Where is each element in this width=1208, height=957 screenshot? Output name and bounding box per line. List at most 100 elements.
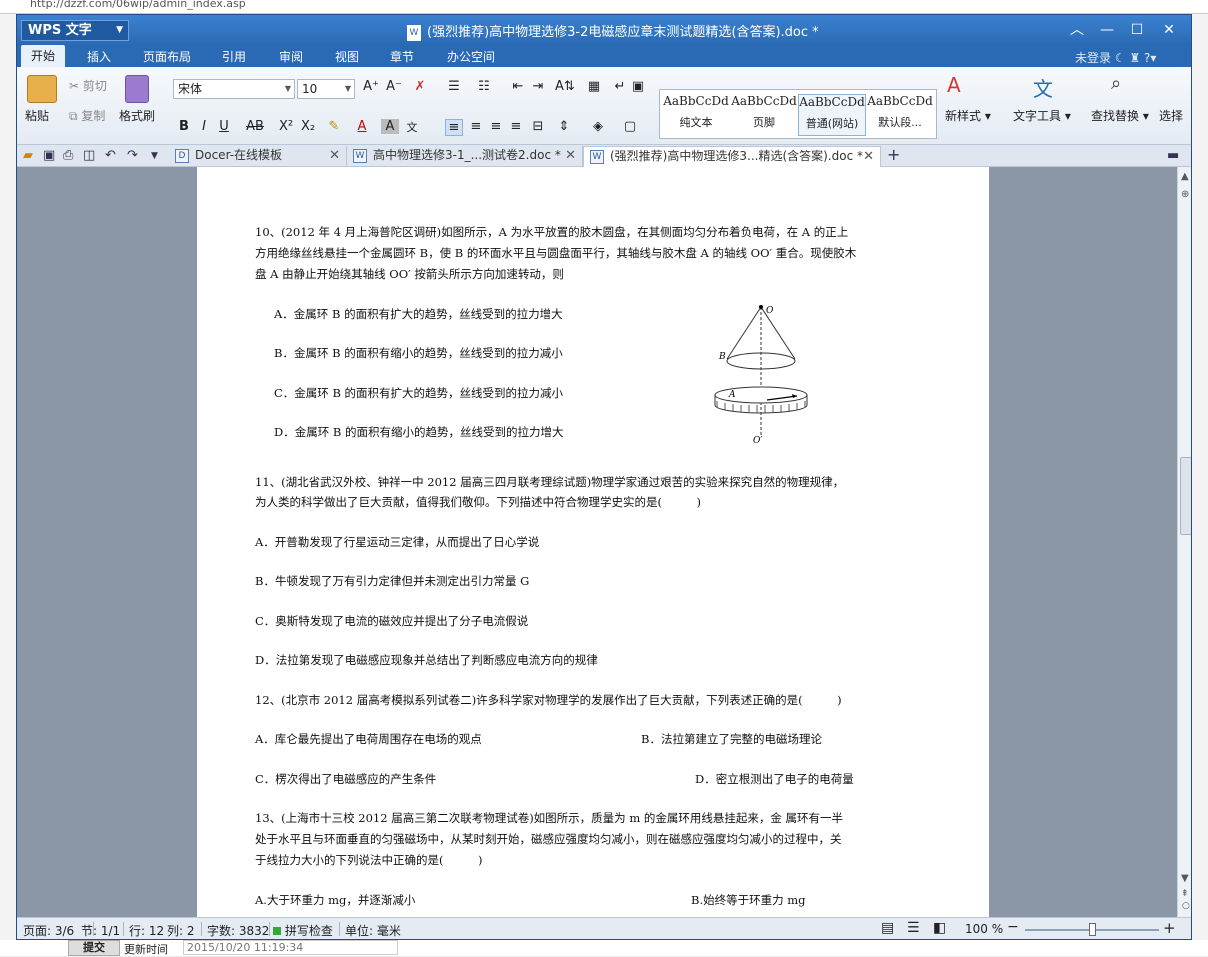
tab-doc-2[interactable]: W (强烈推荐)高中物理选修3...精选(含答案).doc * ✕ <box>583 146 881 167</box>
ribbon-collapse-icon[interactable]: ︿ <box>1065 19 1089 41</box>
close-icon[interactable]: ✕ <box>1157 19 1181 41</box>
justify-icon[interactable]: ≡ <box>507 119 525 134</box>
document-page[interactable]: 10、(2012 年 4 月上海普陀区调研)如图所示，A 为水平放置的胶木圆盘，… <box>197 167 989 917</box>
char-shading-icon[interactable]: A <box>381 119 399 134</box>
line-spacing-icon[interactable]: ⇕ <box>555 119 573 134</box>
spell-check-toggle[interactable]: 拼写检查 <box>273 922 333 939</box>
redo-icon[interactable]: ↷ <box>127 148 138 163</box>
menu-home[interactable]: 开始 <box>21 45 66 67</box>
close-icon[interactable]: ✕ <box>565 146 576 165</box>
tab-list-icon[interactable]: ▬ <box>1167 148 1179 163</box>
numbered-list-icon[interactable]: ☷ <box>475 79 493 94</box>
brush-icon[interactable] <box>125 75 149 103</box>
pin-icon[interactable]: ⊕ <box>1181 189 1189 200</box>
app-menu-button[interactable]: WPS 文字 ▼ <box>21 20 129 41</box>
open-icon[interactable]: ▰ <box>23 148 33 163</box>
menu-references[interactable]: 引用 <box>222 48 246 65</box>
status-unit[interactable]: 单位: 毫米 <box>345 922 401 939</box>
customize-icon[interactable]: ▼ <box>151 151 158 161</box>
tab-doc-1[interactable]: W 高中物理选修3-1_...测试卷2.doc * ✕ <box>347 146 583 167</box>
font-color-icon[interactable]: A <box>353 119 371 134</box>
font-name-select[interactable]: 宋体 ▼ <box>173 79 295 99</box>
page-view-icon[interactable]: ▤ <box>881 920 894 936</box>
status-page[interactable]: 页面: 3/6 <box>23 922 74 939</box>
strikethrough-icon[interactable]: AB <box>243 119 267 134</box>
new-style-icon[interactable]: A <box>947 73 961 97</box>
help-icon[interactable]: ?▾ <box>1144 51 1156 65</box>
highlight-icon[interactable]: ✎ <box>325 119 343 134</box>
format-painter-button[interactable]: 格式刷 <box>119 107 155 124</box>
select-button[interactable]: 选择 <box>1159 107 1183 124</box>
style-plain-text[interactable]: AaBbCcDd 纯文本 <box>662 94 730 136</box>
maximize-icon[interactable]: ☐ <box>1125 19 1149 41</box>
paste-icon[interactable] <box>27 75 57 103</box>
new-tab-icon[interactable]: + <box>887 145 900 164</box>
shirt-icon[interactable]: ♜ <box>1129 51 1140 65</box>
align-center-icon[interactable]: ≡ <box>467 119 485 134</box>
menu-office-space[interactable]: 办公空间 <box>447 48 495 65</box>
zoom-slider-thumb[interactable] <box>1089 923 1096 936</box>
copy-button[interactable]: ⧉ 复制 <box>69 107 105 124</box>
menu-insert[interactable]: 插入 <box>87 48 111 65</box>
cut-button[interactable]: ✂ 剪切 <box>69 77 107 94</box>
menu-chapter[interactable]: 章节 <box>390 48 414 65</box>
paste-button[interactable]: 粘贴 <box>25 107 49 124</box>
text-tools-icon[interactable]: 文 <box>1033 73 1053 102</box>
text-tools-button[interactable]: 文字工具 ▾ <box>1013 107 1071 124</box>
text-direction-icon[interactable]: A⇅ <box>555 79 575 94</box>
close-icon[interactable]: ✕ <box>329 146 340 165</box>
find-replace-button[interactable]: 查找替换 ▾ <box>1091 107 1149 124</box>
grow-font-icon[interactable]: A⁺ <box>362 79 380 94</box>
border-icon[interactable]: ▢ <box>621 119 639 134</box>
subscript-icon[interactable]: X₂ <box>299 119 317 134</box>
vertical-scrollbar[interactable]: ▲ ⊕ ▼ ⇞ ○ <box>1177 167 1191 917</box>
browse-object-icon[interactable]: ○ <box>1182 901 1190 911</box>
shrink-font-icon[interactable]: A⁻ <box>385 79 403 94</box>
scroll-up-icon[interactable]: ▲ <box>1181 171 1189 182</box>
status-word-count[interactable]: 字数: 3832 <box>207 922 269 939</box>
align-right-icon[interactable]: ≡ <box>487 119 505 134</box>
save-icon[interactable]: ▣ <box>43 148 55 163</box>
zoom-out-icon[interactable]: − <box>1007 919 1019 935</box>
distribute-icon[interactable]: ⊟ <box>529 119 547 134</box>
web-view-icon[interactable]: ◧ <box>933 920 946 936</box>
increase-indent-icon[interactable]: ⇥ <box>529 79 547 94</box>
menu-page-layout[interactable]: 页面布局 <box>143 48 191 65</box>
scroll-thumb[interactable] <box>1180 457 1191 535</box>
outline-view-icon[interactable]: ☰ <box>907 920 920 936</box>
print-icon[interactable]: ⎙ <box>63 148 73 163</box>
style-default-paragraph[interactable]: AaBbCcDd 默认段... <box>866 94 934 136</box>
tab-docer[interactable]: D Docer-在线模板 ✕ <box>169 146 347 167</box>
paragraph-mark-icon[interactable]: ↵ <box>611 79 629 94</box>
fill-color-icon[interactable]: ◈ <box>589 119 607 134</box>
prev-page-icon[interactable]: ⇞ <box>1181 889 1189 899</box>
submit-button[interactable]: 提交 <box>68 940 120 956</box>
table-icon[interactable]: ▦ <box>585 79 603 94</box>
italic-icon[interactable]: I <box>195 119 213 134</box>
refresh-icon[interactable]: ☾ <box>1115 51 1126 65</box>
zoom-value[interactable]: 100 % <box>965 922 1003 936</box>
new-style-button[interactable]: 新样式 ▾ <box>945 107 991 124</box>
phonetic-icon[interactable]: 文 <box>403 119 421 135</box>
style-normal-web[interactable]: AaBbCcDd 普通(网站) <box>798 94 866 136</box>
minimize-icon[interactable]: — <box>1095 19 1119 41</box>
style-footer[interactable]: AaBbCcDd 页脚 <box>730 94 798 136</box>
underline-icon[interactable]: U <box>215 119 233 134</box>
align-left-icon[interactable]: ≡ <box>445 119 463 136</box>
show-hide-icon[interactable]: ▣ <box>629 79 647 94</box>
decrease-indent-icon[interactable]: ⇤ <box>509 79 527 94</box>
superscript-icon[interactable]: X² <box>277 119 295 134</box>
clear-format-icon[interactable]: ✗ <box>411 79 429 94</box>
bold-icon[interactable]: B <box>175 119 193 134</box>
binoculars-icon[interactable]: ⌕ <box>1111 73 1121 94</box>
menu-view[interactable]: 视图 <box>335 48 359 65</box>
bullet-list-icon[interactable]: ☰ <box>445 79 463 94</box>
update-time-field[interactable]: 2015/10/20 11:19:34 <box>183 940 398 955</box>
font-size-select[interactable]: 10 ▼ <box>297 79 355 99</box>
menu-review[interactable]: 审阅 <box>279 48 303 65</box>
zoom-in-icon[interactable]: + <box>1163 919 1176 937</box>
close-icon[interactable]: ✕ <box>863 147 874 166</box>
undo-icon[interactable]: ↶ <box>105 148 116 163</box>
login-status[interactable]: 未登录 ☾ ♜ ?▾ <box>1075 49 1156 66</box>
scroll-down-icon[interactable]: ▼ <box>1181 873 1189 884</box>
